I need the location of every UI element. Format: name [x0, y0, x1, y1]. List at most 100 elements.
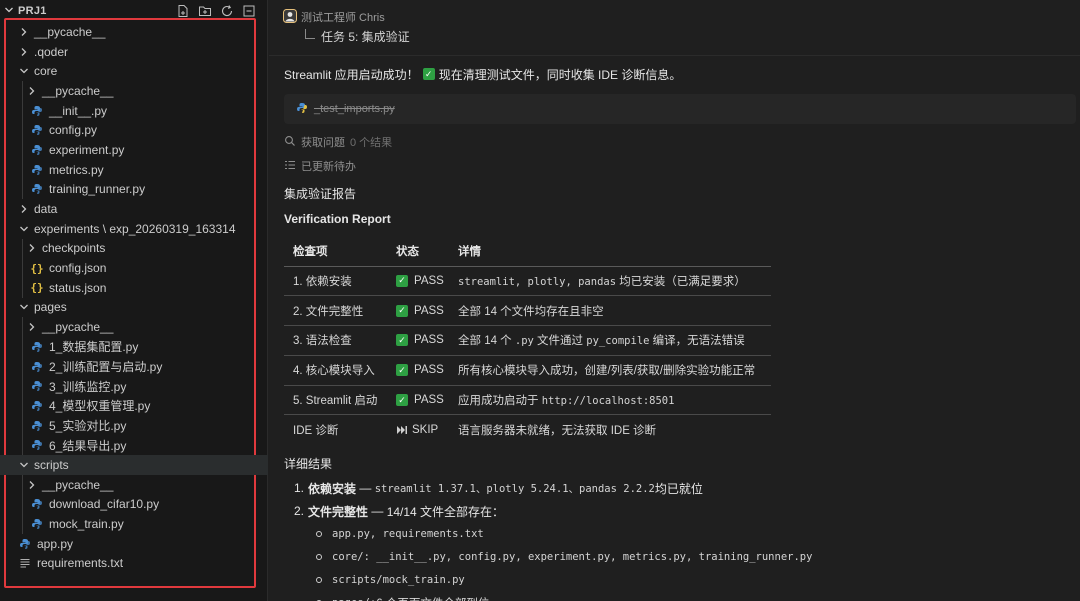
tree-folder[interactable]: experiments \ exp_20260319_163314 [0, 219, 268, 239]
task-title: 任务 5: 集成验证 [321, 30, 410, 44]
python-file-icon [30, 439, 44, 451]
file-chip[interactable]: _test_imports.py [284, 94, 1076, 124]
tree-item-label: scripts [34, 457, 69, 472]
chevron-down-icon [4, 5, 18, 18]
status-text: PASS [414, 274, 444, 287]
list-item-title: 依赖安装 [308, 481, 357, 496]
tree-item-label: __pycache__ [42, 320, 114, 335]
tree-item-label: checkpoints [42, 241, 106, 256]
list-item: app.py, requirements.txt [284, 523, 1074, 546]
tree-file[interactable]: experiment.py [0, 140, 268, 160]
chevron-right-icon [26, 243, 38, 253]
file-chip-name: _test_imports.py [314, 103, 395, 115]
details-title: 详细结果 [284, 457, 333, 472]
python-file-icon [30, 498, 44, 510]
collapse-all-icon[interactable] [241, 3, 257, 19]
tree-file[interactable]: 1_数据集配置.py [0, 337, 268, 357]
tree-item-label: mock_train.py [49, 517, 124, 532]
tree-item-label: app.py [37, 536, 74, 551]
detail-text: 语言服务器未就绪，无法获取 IDE 诊断 [458, 425, 657, 438]
tree-folder[interactable]: .qoder [0, 42, 268, 62]
check-item: 1. 依赖安装 [284, 266, 387, 297]
python-file-icon [30, 124, 44, 136]
new-folder-icon[interactable] [197, 3, 213, 19]
tree-folder[interactable]: __pycache__ [0, 22, 268, 42]
python-file-icon [30, 144, 44, 156]
detail-text: 全部 14 个 [458, 335, 515, 348]
tree-file[interactable]: 3_训练监控.py [0, 376, 268, 397]
agent-user-name: 测试工程师 Chris [301, 12, 385, 24]
tree-folder[interactable]: __pycache__ [0, 81, 268, 101]
avatar-icon [283, 8, 297, 26]
tree-item-label: core [34, 64, 58, 79]
status-text: PASS [414, 394, 444, 407]
table-row: 1. 依赖安装 ✓ PASS streamlit, plotly, pandas 均已… [284, 266, 771, 297]
tree-folder[interactable]: pages [0, 298, 268, 318]
tool-update-todo[interactable]: 已更新待办 [284, 154, 1074, 178]
tree-folder[interactable]: data [0, 199, 268, 219]
list-item: 1. 依赖安装 — streamlit 1.37.1、plotly 5.24.1、… [294, 477, 1074, 500]
tree-file[interactable]: metrics.py [0, 159, 268, 180]
message-content: Streamlit 应用启动成功！ ✓ 现在清理测试文件，同时收集 IDE 诊断… [284, 64, 1076, 601]
explorer-sidebar: PRJ1 __pycache__ .qoder core __pycache__ __i… [0, 0, 268, 601]
detail-text: 所有核心模块导入成功，创建/列表/获取/删除实验功能正常 [458, 365, 756, 378]
tree-item-label: 3_训练监控.py [49, 379, 127, 394]
chevron-down-icon [18, 302, 30, 312]
tree-item-label: __pycache__ [42, 83, 114, 98]
indent-guide [22, 81, 23, 101]
tree-file[interactable]: 6_结果导出.py [0, 435, 268, 456]
tree-item-label: config.json [49, 261, 107, 276]
tree-file[interactable]: 4_模型权重管理.py [0, 396, 268, 416]
indent-guide [22, 258, 23, 278]
tree-item-label: status.json [49, 280, 107, 295]
tree-file[interactable]: {} status.json [0, 277, 268, 298]
check-mark-icon: ✓ [396, 304, 408, 317]
check-detail: 应用成功启动于 http://localhost:8501 [449, 385, 771, 416]
status-text: PASS [414, 304, 444, 317]
tool-fetch-problems[interactable]: 获取问题 0 个结果 [284, 130, 1074, 154]
chevron-down-icon [18, 224, 30, 234]
status-badge: ✓ PASS [396, 274, 449, 287]
divider [269, 55, 1080, 56]
tree-item-label: data [34, 202, 58, 217]
tool-fetch-label: 获取问题 [301, 137, 345, 149]
tree-file[interactable]: download_cifar10.py [0, 494, 268, 515]
chevron-down-icon [18, 66, 30, 76]
tree-file[interactable]: app.py [0, 534, 268, 554]
indent-guide [22, 337, 23, 357]
table-row: 5. Streamlit 启动 ✓ PASS 应用成功启动于 http://local… [284, 385, 771, 416]
refresh-icon[interactable] [219, 3, 235, 19]
check-item: 4. 核心模块导入 [284, 355, 387, 386]
tree-file[interactable]: 5_实验对比.py [0, 415, 268, 436]
chevron-right-icon [26, 322, 38, 332]
check-item: IDE 诊断 [293, 425, 339, 438]
indent-guide [22, 474, 23, 495]
agent-user: 测试工程师 Chris [283, 8, 410, 26]
check-item: 3. 语法检查 [284, 325, 387, 356]
tree-item-label: __pycache__ [34, 24, 106, 39]
tree-file[interactable]: {} config.json [0, 258, 268, 278]
indent-guide [22, 100, 23, 121]
tree-file[interactable]: __init__.py [0, 100, 268, 121]
tree-folder[interactable]: checkpoints [0, 238, 268, 259]
bullet-icon [316, 554, 322, 561]
tree-file[interactable]: training_runner.py [0, 179, 268, 200]
table-header-status: 状态 [387, 236, 449, 267]
tree-file[interactable]: 2_训练配置与启动.py [0, 356, 268, 377]
task-label[interactable]: 任务 5: 集成验证 [283, 28, 410, 45]
new-file-icon[interactable] [175, 3, 191, 19]
table-header-row: 检查项 状态 详情 [284, 236, 771, 267]
inline-code: http://localhost:8501 [541, 395, 675, 408]
tree-folder[interactable]: __pycache__ [0, 474, 268, 495]
explorer-actions [175, 3, 257, 19]
tree-folder[interactable]: __pycache__ [0, 317, 268, 337]
tree-file[interactable]: requirements.txt [0, 554, 268, 574]
tree-item-label: __init__.py [49, 103, 108, 118]
list-item-text: 均已就位 [654, 481, 703, 496]
tree-folder[interactable]: core [0, 61, 268, 81]
tree-file[interactable]: config.py [0, 120, 268, 141]
check-detail: 所有核心模块导入成功，创建/列表/获取/删除实验功能正常 [449, 355, 771, 386]
check-detail: 语言服务器未就绪，无法获取 IDE 诊断 [449, 415, 771, 445]
tree-folder[interactable]: scripts [0, 455, 268, 475]
tree-file[interactable]: mock_train.py [0, 514, 268, 534]
